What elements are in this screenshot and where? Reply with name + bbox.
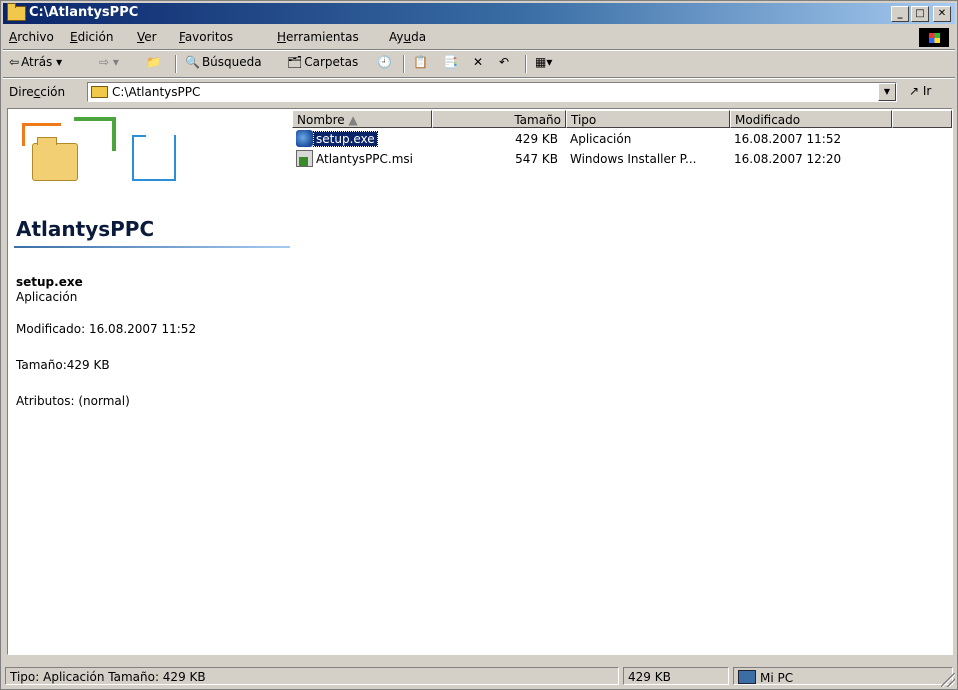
file-size: 429 KB	[515, 132, 558, 146]
selected-file-attributes: Atributos: (normal)	[16, 394, 130, 408]
selected-file-modified: Modificado: 16.08.2007 11:52	[16, 322, 197, 336]
title-underline	[14, 246, 290, 248]
folder-title: AtlantysPPC	[16, 217, 155, 241]
forward-button[interactable]: ⇨ ▾	[99, 55, 119, 69]
menu-ver[interactable]: Ver	[137, 30, 157, 44]
folders-button[interactable]: 🗂 Carpetas	[287, 55, 358, 69]
file-list: Nombre ▲ Tamaño Tipo Modificado setup.ex…	[292, 109, 952, 654]
forward-arrow-icon: ⇨	[99, 55, 110, 69]
column-header-type[interactable]: Tipo	[566, 110, 730, 128]
address-dropdown-button[interactable]: ▼	[878, 83, 896, 101]
up-folder-button[interactable]: 📁	[146, 55, 161, 69]
column-header-size[interactable]: Tamaño	[432, 110, 566, 128]
copy-to-icon: 📑	[443, 55, 458, 69]
history-icon: 🕘	[377, 55, 392, 69]
up-folder-icon: 📁	[146, 55, 161, 69]
explorer-window: C:\AtlantysPPC _ □ ✕ Archivo Edición Ver…	[0, 0, 958, 690]
back-button[interactable]: ⇦ Atrás ▾	[9, 55, 62, 69]
toolbar-separator	[403, 55, 405, 73]
selected-file-type: Aplicación	[16, 290, 78, 304]
go-arrow-icon: ↗	[909, 84, 920, 98]
file-modified: 16.08.2007 11:52	[734, 132, 842, 146]
delete-button[interactable]: ✕	[473, 55, 483, 69]
back-arrow-icon: ⇦	[9, 55, 20, 69]
menu-bar: Archivo Edición Ver Favoritos Herramient…	[3, 26, 955, 48]
status-info: Tipo: Aplicación Tamaño: 429 KB	[5, 667, 619, 685]
views-icon: ▦	[535, 55, 547, 69]
go-button[interactable]: ↗ Ir	[909, 84, 931, 98]
status-zone: Mi PC	[733, 667, 953, 685]
selected-file-name: setup.exe	[16, 275, 83, 289]
address-label: Dirección	[9, 85, 66, 99]
column-header-modified[interactable]: Modificado	[730, 110, 892, 128]
delete-icon: ✕	[473, 55, 484, 69]
folder-banner-icon	[14, 117, 184, 192]
address-input[interactable]: C:\AtlantysPPC ▼	[87, 82, 897, 102]
file-name[interactable]: AtlantysPPC.msi	[316, 152, 413, 166]
menu-herramientas[interactable]: Herramientas	[277, 30, 359, 44]
folder-icon	[7, 3, 26, 21]
file-row[interactable]: setup.exe 429 KB Aplicación 16.08.2007 1…	[292, 130, 952, 148]
move-to-button[interactable]: 📋	[413, 55, 428, 69]
search-button[interactable]: 🔍 Búsqueda	[185, 55, 262, 69]
file-row[interactable]: AtlantysPPC.msi 547 KB Windows Installer…	[292, 150, 952, 168]
resize-grip[interactable]	[941, 673, 955, 687]
column-header-spacer	[892, 110, 952, 128]
divider	[3, 77, 955, 79]
file-modified: 16.08.2007 12:20	[734, 152, 842, 166]
details-pane: AtlantysPPC setup.exe Aplicación Modific…	[8, 109, 290, 654]
exe-icon	[296, 130, 313, 147]
folders-icon: 🗂	[287, 55, 303, 69]
close-button[interactable]: ✕	[933, 6, 951, 22]
address-value: C:\AtlantysPPC	[112, 85, 201, 99]
window-controls: _ □ ✕	[891, 6, 951, 22]
minimize-button[interactable]: _	[891, 6, 909, 22]
computer-icon	[738, 670, 756, 684]
maximize-button[interactable]: □	[911, 6, 929, 22]
menu-ayuda[interactable]: Ayuda	[389, 30, 426, 44]
window-title: C:\AtlantysPPC	[29, 5, 139, 20]
address-bar: Dirección C:\AtlantysPPC ▼ ↗ Ir	[3, 80, 955, 104]
folder-view: AtlantysPPC setup.exe Aplicación Modific…	[7, 108, 953, 655]
menu-favoritos[interactable]: Favoritos	[179, 30, 233, 44]
status-size: 429 KB	[623, 667, 729, 685]
msi-icon	[296, 150, 313, 167]
windows-logo-icon	[919, 28, 949, 47]
status-bar: Tipo: Aplicación Tamaño: 429 KB 429 KB M…	[3, 665, 955, 687]
toolbar: ⇦ Atrás ▾ ⇨ ▾ 📁 🔍 Búsqueda 🗂 Carpetas 🕘 📋 📑…	[3, 51, 955, 77]
column-header-name[interactable]: Nombre ▲	[292, 110, 432, 128]
undo-button[interactable]: ↶	[499, 55, 509, 69]
toolbar-separator	[525, 55, 527, 73]
title-bar[interactable]: C:\AtlantysPPC _ □ ✕	[3, 3, 955, 24]
toolbar-separator	[175, 55, 177, 73]
copy-to-button[interactable]: 📑	[443, 55, 458, 69]
views-button[interactable]: ▦▾	[535, 55, 552, 69]
history-button[interactable]: 🕘	[377, 55, 392, 69]
file-type: Windows Installer P...	[570, 152, 697, 166]
file-name[interactable]: setup.exe	[313, 131, 378, 147]
move-to-icon: 📋	[413, 55, 428, 69]
menu-edicion[interactable]: Edición	[70, 30, 113, 44]
selected-file-size: Tamaño:429 KB	[16, 358, 110, 372]
sort-ascending-icon: ▲	[348, 113, 358, 127]
undo-icon: ↶	[499, 55, 510, 69]
file-size: 547 KB	[515, 152, 558, 166]
folder-icon	[91, 86, 108, 98]
search-icon: 🔍	[185, 55, 200, 69]
menu-archivo[interactable]: Archivo	[9, 30, 54, 44]
file-type: Aplicación	[570, 132, 632, 146]
